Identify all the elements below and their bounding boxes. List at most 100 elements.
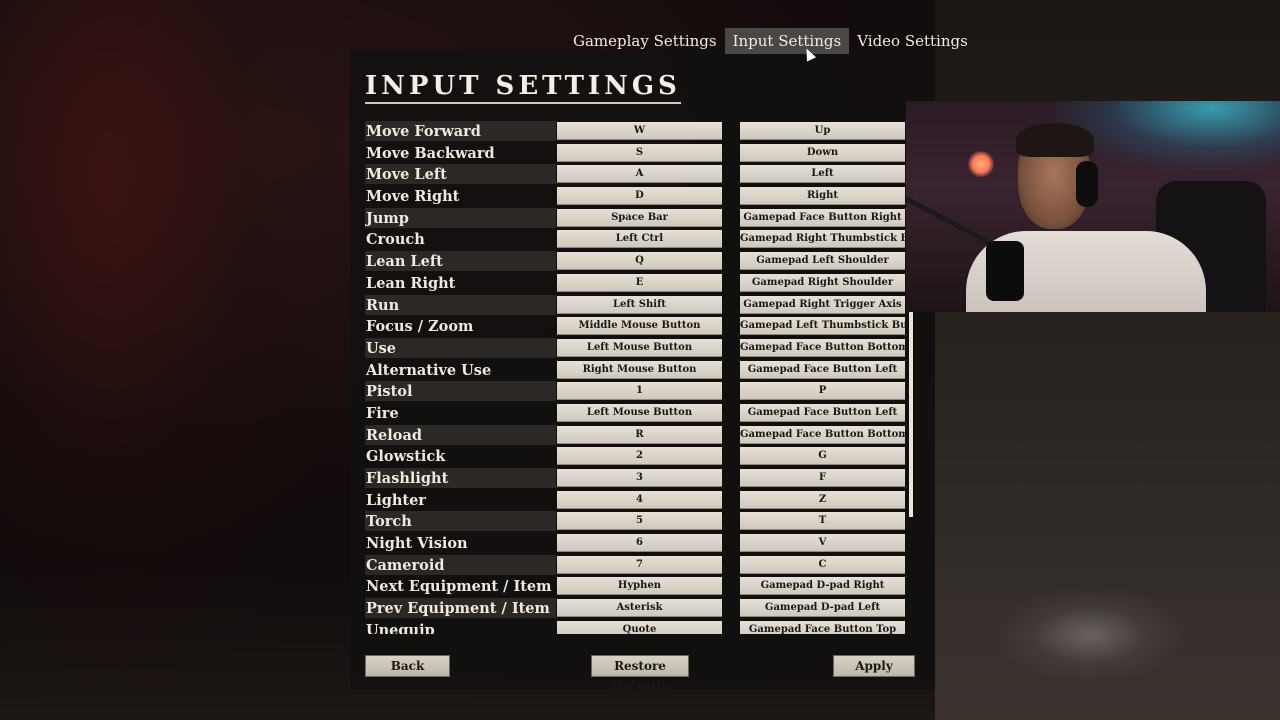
binding-row: Run Left Shift Gamepad Right Trigger Axis: [365, 294, 906, 317]
binding-action-label: Unequip: [366, 621, 435, 634]
secondary-key-button[interactable]: T: [740, 512, 905, 531]
primary-key-button[interactable]: E: [557, 273, 722, 292]
bindings-list[interactable]: Move Forward W Up Move Backward S Down Move Le…: [365, 121, 906, 634]
binding-row: Reload R Gamepad Face Button Bottom: [365, 424, 906, 447]
secondary-key-button[interactable]: Down: [740, 143, 905, 162]
primary-key-button[interactable]: Space Bar: [557, 208, 722, 227]
secondary-key-button[interactable]: Gamepad D-pad Right: [740, 577, 905, 596]
secondary-key-button[interactable]: Gamepad Face Button Bottom: [740, 425, 905, 444]
primary-key-button[interactable]: 4: [557, 490, 722, 509]
primary-key-button[interactable]: 6: [557, 534, 722, 553]
binding-action-label: Use: [365, 337, 556, 358]
bindings-scrollbar[interactable]: [909, 312, 913, 517]
restore-defaults-button[interactable]: Restore Defaults: [591, 655, 689, 693]
binding-row: Cameroid 7 C: [365, 554, 906, 577]
secondary-key-button[interactable]: Gamepad Face Button Right: [740, 208, 905, 227]
primary-key-button[interactable]: 7: [557, 555, 722, 574]
primary-key-button[interactable]: A: [557, 165, 722, 184]
secondary-key-button[interactable]: Gamepad Face Button Top: [740, 620, 905, 634]
secondary-key-button[interactable]: Gamepad Right Thumbstick Button: [740, 230, 905, 249]
binding-row: Torch 5 T: [365, 511, 906, 533]
secondary-key-button[interactable]: Left: [740, 165, 905, 184]
secondary-key-button[interactable]: Z: [740, 490, 905, 509]
primary-key-button[interactable]: W: [557, 122, 722, 140]
primary-key-button[interactable]: Left Mouse Button: [557, 338, 722, 357]
secondary-key-button[interactable]: Up: [740, 122, 905, 140]
binding-action-label: Night Vision: [366, 535, 468, 553]
primary-key-button[interactable]: 3: [557, 469, 722, 487]
webcam-lamp: [968, 151, 994, 177]
primary-key-button[interactable]: 1: [557, 382, 722, 401]
binding-row: Move Forward W Up: [365, 121, 906, 143]
headphones-icon: [1076, 161, 1098, 207]
primary-key-button[interactable]: Left Ctrl: [557, 230, 722, 249]
binding-action-label: Move Left: [365, 164, 556, 185]
tab-input-settings[interactable]: Input Settings: [724, 28, 850, 54]
binding-action-label: Jump: [365, 207, 556, 228]
binding-row: Flashlight 3 F: [365, 468, 906, 490]
secondary-key-button[interactable]: Gamepad Right Trigger Axis: [740, 295, 905, 314]
secondary-key-button[interactable]: Gamepad Right Shoulder: [740, 273, 905, 292]
binding-row: Crouch Left Ctrl Gamepad Right Thumbstick …: [365, 229, 906, 251]
page-title: INPUT SETTINGS: [365, 70, 681, 104]
binding-action-label: Reload: [365, 424, 556, 445]
binding-action-label: Move Forward: [365, 121, 556, 141]
background-lighter-blur: [1000, 590, 1180, 680]
binding-row: Prev Equipment / Item Asterisk Gamepad D-p…: [365, 598, 906, 620]
secondary-key-button[interactable]: V: [740, 534, 905, 553]
binding-row: Pistol 1 P: [365, 381, 906, 403]
secondary-key-button[interactable]: P: [740, 382, 905, 401]
binding-row: Move Right D Right: [365, 186, 906, 208]
binding-row: Unequip Quote Gamepad Face Button Top: [365, 620, 906, 634]
primary-key-button[interactable]: D: [557, 187, 722, 206]
secondary-key-button[interactable]: C: [740, 555, 905, 574]
secondary-key-button[interactable]: Right: [740, 187, 905, 206]
binding-action-label: Next Equipment / Item: [366, 578, 552, 596]
binding-action-label: Focus / Zoom: [366, 318, 474, 336]
primary-key-button[interactable]: Left Mouse Button: [557, 403, 722, 422]
binding-row: Lean Right E Gamepad Right Shoulder: [365, 273, 906, 295]
secondary-key-button[interactable]: Gamepad Left Shoulder: [740, 252, 905, 271]
binding-row: Glowstick 2 G: [365, 446, 906, 468]
secondary-key-button[interactable]: Gamepad Face Button Left: [740, 360, 905, 379]
secondary-key-button[interactable]: Gamepad D-pad Left: [740, 599, 905, 618]
primary-key-button[interactable]: Quote: [557, 620, 722, 634]
binding-row: Lean Left Q Gamepad Left Shoulder: [365, 251, 906, 273]
binding-row: Night Vision 6 V: [365, 533, 906, 555]
tab-video-settings[interactable]: Video Settings: [849, 28, 976, 54]
primary-key-button[interactable]: S: [557, 143, 722, 162]
secondary-key-button[interactable]: Gamepad Face Button Left: [740, 403, 905, 422]
secondary-key-button[interactable]: Gamepad Face Button Bottom: [740, 338, 905, 357]
primary-key-button[interactable]: Middle Mouse Button: [557, 317, 722, 336]
binding-row: Alternative Use Right Mouse Button Gamepad…: [365, 360, 906, 382]
secondary-key-button[interactable]: Gamepad Left Thumbstick Button: [740, 317, 905, 336]
primary-key-button[interactable]: 5: [557, 512, 722, 531]
primary-key-button[interactable]: Right Mouse Button: [557, 360, 722, 379]
tab-gameplay-settings[interactable]: Gameplay Settings: [565, 28, 725, 54]
binding-action-label: Lean Left: [365, 251, 556, 272]
binding-row: Move Backward S Down: [365, 143, 906, 165]
back-button[interactable]: Back: [365, 655, 450, 677]
primary-key-button[interactable]: R: [557, 425, 722, 444]
binding-row: Use Left Mouse Button Gamepad Face Button …: [365, 337, 906, 360]
microphone-icon: [986, 241, 1024, 301]
binding-row: Move Left A Left: [365, 164, 906, 186]
primary-key-button[interactable]: Hyphen: [557, 577, 722, 596]
apply-button[interactable]: Apply: [833, 655, 915, 677]
primary-key-button[interactable]: Q: [557, 252, 722, 271]
webcam-person-hair: [1016, 123, 1094, 157]
binding-row: Next Equipment / Item Hyphen Gamepad D-pad…: [365, 576, 906, 598]
secondary-key-button[interactable]: G: [740, 447, 905, 466]
webcam-mic-arm: [906, 196, 996, 248]
binding-action-label: Run: [365, 294, 556, 315]
binding-action-label: Lean Right: [366, 274, 456, 292]
secondary-key-button[interactable]: F: [740, 469, 905, 487]
binding-action-label: Fire: [366, 404, 399, 422]
binding-action-label: Glowstick: [366, 448, 446, 466]
primary-key-button[interactable]: 2: [557, 447, 722, 466]
primary-key-button[interactable]: Asterisk: [557, 599, 722, 618]
primary-key-button[interactable]: Left Shift: [557, 295, 722, 314]
binding-action-label: Alternative Use: [366, 361, 492, 379]
binding-action-label: Cameroid: [365, 554, 556, 575]
binding-action-label: Prev Equipment / Item: [365, 598, 556, 619]
